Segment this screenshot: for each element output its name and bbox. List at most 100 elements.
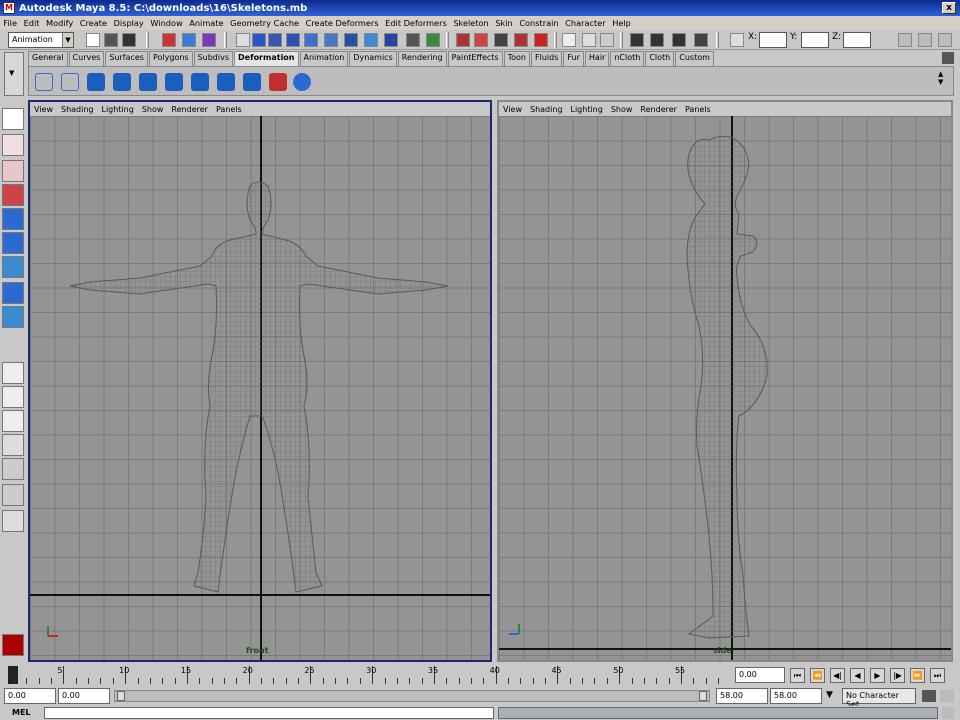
tool-settings-icon[interactable] [918,33,932,47]
soft-mod-icon[interactable] [2,282,24,304]
side-viewport-menu-shading[interactable]: Shading [526,105,567,114]
make-live-icon[interactable] [534,33,548,47]
shelf-tab-fluids[interactable]: Fluids [531,51,563,66]
paint-select-tool-icon[interactable] [2,160,24,182]
side-viewport-canvas[interactable]: side [499,116,951,660]
render-settings-icon[interactable] [694,33,708,47]
menu-create-deformers[interactable]: Create Deformers [302,18,382,28]
side-viewport-menu-panels[interactable]: Panels [681,105,715,114]
x-field[interactable] [759,32,787,48]
current-time-field[interactable]: 0.00 [735,667,785,683]
snap-surface-icon[interactable] [514,33,528,47]
ipr-render-icon[interactable] [672,33,686,47]
y-field[interactable] [801,32,829,48]
dynamics-icon[interactable] [344,33,358,47]
character-set-chevron-icon[interactable]: ▼ [826,690,833,700]
output-history-icon[interactable] [582,33,596,47]
front-viewport-menu-lighting[interactable]: Lighting [97,105,137,114]
custom-layout-icon[interactable] [2,484,24,506]
scale-tool-icon[interactable] [2,232,24,254]
shelf-tab-polygons[interactable]: Polygons [148,51,193,66]
surface-icon[interactable] [304,33,318,47]
snap-grid-icon[interactable] [426,33,440,47]
time-slider[interactable]: 5 10 15 20 25 30 35 40 45 50 55 [0,664,735,686]
deformer-icon[interactable] [324,33,338,47]
animation-prefs-icon[interactable] [940,690,954,702]
menu-modify[interactable]: Modify [43,18,77,28]
menu-file[interactable]: File [0,18,20,28]
shelf-menu-button[interactable]: ▼ [4,52,24,96]
menu-display[interactable]: Display [110,18,147,28]
shelf-tab-animation[interactable]: Animation [299,51,349,66]
side-viewport-menu-lighting[interactable]: Lighting [566,105,606,114]
render-view-icon[interactable] [630,33,644,47]
front-viewport-menu-shading[interactable]: Shading [57,105,98,114]
sine-icon[interactable] [139,73,157,91]
shelf-tab-rendering[interactable]: Rendering [397,51,447,66]
menu-character[interactable]: Character [562,18,609,28]
end-time-field[interactable]: 58.00 [770,688,822,704]
shelf-tab-custom[interactable]: Custom [675,51,714,66]
front-viewport-menu-show[interactable]: Show [138,105,168,114]
misc-icon[interactable] [384,33,398,47]
side-viewport-menu-show[interactable]: Show [607,105,637,114]
front-viewport-menu-renderer[interactable]: Renderer [167,105,212,114]
side-viewport[interactable]: View Shading Lighting Show Renderer Panels si… [497,100,953,662]
side-viewport-menu-view[interactable]: View [499,105,526,114]
menu-window[interactable]: Window [147,18,186,28]
single-perspective-icon[interactable] [2,362,24,384]
select-component-icon[interactable] [202,33,216,47]
twist-icon[interactable] [191,73,209,91]
hypershade-layout-icon[interactable] [2,458,24,480]
shelf-tab-painteffects[interactable]: PaintEffects [447,51,503,66]
shelf-tab-curves[interactable]: Curves [68,51,105,66]
move-tool-icon[interactable] [2,184,24,206]
start-time-field[interactable]: 0.00 [4,688,56,704]
range-end-handle[interactable] [699,691,707,701]
render-current-icon[interactable] [650,33,664,47]
snap-point-icon[interactable] [474,33,488,47]
front-viewport-menu-panels[interactable]: Panels [212,105,246,114]
lasso-tool-icon[interactable] [2,134,24,156]
shelf-tab-subdivs[interactable]: Subdivs [193,51,234,66]
menu-geometry-cache[interactable]: Geometry Cache [227,18,302,28]
show-manipulator-icon[interactable] [2,306,24,328]
channel-box-icon[interactable] [938,33,952,47]
step-forward-key-icon[interactable]: ⏩ [910,668,925,683]
handle-icon[interactable] [252,33,266,47]
bend-icon[interactable] [87,73,105,91]
menu-edit[interactable]: Edit [20,18,42,28]
front-viewport-menu-view[interactable]: View [30,105,57,114]
rendering-icon[interactable] [364,33,378,47]
shelf-tab-fur[interactable]: Fur [563,51,584,66]
playback-end-field[interactable]: 58.00 [716,688,768,704]
go-to-end-icon[interactable]: ⏭ [930,668,945,683]
persp-outliner-icon[interactable] [2,410,24,432]
play-backward-icon[interactable]: ◀ [850,668,865,683]
range-start-handle[interactable] [117,691,125,701]
play-forward-icon[interactable]: ▶ [870,668,885,683]
playback-start-field[interactable]: 0.00 [58,688,110,704]
wave-icon[interactable] [217,73,235,91]
menu-skeleton[interactable]: Skeleton [450,18,492,28]
menu-skin[interactable]: Skin [492,18,516,28]
menu-edit-deformers[interactable]: Edit Deformers [382,18,450,28]
current-frame-marker[interactable] [8,666,18,684]
shelf-tab-deformation[interactable]: Deformation [234,51,299,66]
select-hierarchy-icon[interactable] [162,33,176,47]
script-editor-icon[interactable] [942,707,954,719]
open-scene-icon[interactable] [104,33,118,47]
menu-set-dropdown[interactable]: Animation ▼ [8,32,74,48]
relative-transform-icon[interactable] [730,33,744,47]
shelf-tab-toon[interactable]: Toon [503,51,530,66]
input-history-icon[interactable] [562,33,576,47]
lock-icon[interactable] [406,33,420,47]
side-viewport-menu-renderer[interactable]: Renderer [636,105,681,114]
menu-animate[interactable]: Animate [186,18,227,28]
range-bar[interactable] [114,690,710,702]
auto-key-icon[interactable] [922,690,936,702]
wire-tool-icon[interactable] [269,73,287,91]
command-input[interactable] [44,707,494,719]
shelf-tab-ncloth[interactable]: nCloth [610,51,645,66]
close-window-button[interactable]: x [942,2,956,14]
